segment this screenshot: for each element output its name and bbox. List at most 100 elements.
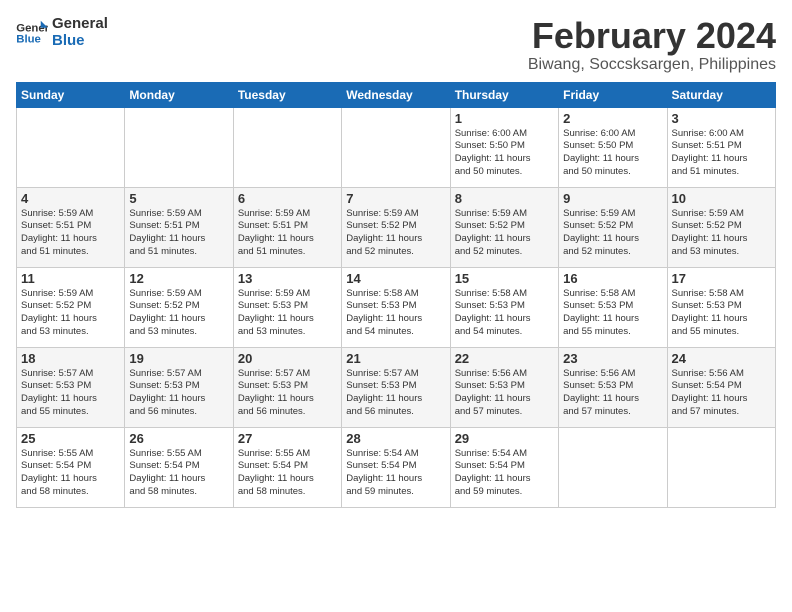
- calendar-cell: 16 Sunrise: 5:58 AMSunset: 5:53 PMDayligh…: [559, 267, 667, 347]
- header-friday: Friday: [559, 82, 667, 107]
- calendar-cell: [342, 107, 450, 187]
- header-sunday: Sunday: [17, 82, 125, 107]
- calendar-table: SundayMondayTuesdayWednesdayThursdayFrid…: [16, 82, 776, 508]
- day-info: Sunrise: 5:59 AMSunset: 5:52 PMDaylight:…: [672, 208, 771, 259]
- day-number: 22: [455, 351, 554, 366]
- svg-text:Blue: Blue: [16, 33, 41, 45]
- calendar-cell: 21Sunrise: 5:57 AMSunset: 5:53 PMDayligh…: [342, 347, 450, 427]
- calendar-cell: 3Sunrise: 6:00 AMSunset: 5:51 PMDaylight…: [667, 107, 775, 187]
- calendar-cell: 17Sunrise: 5:58 AMSunset: 5:53 PMDayligh…: [667, 267, 775, 347]
- calendar-cell: 9Sunrise: 5:59 AMSunset: 5:52 PMDaylight…: [559, 187, 667, 267]
- day-number: 17: [672, 271, 771, 286]
- calendar-cell: 25Sunrise: 5:55 AMSunset: 5:54 PMDayligh…: [17, 427, 125, 507]
- title-block: February 2024 Biwang, Soccsksargen, Phil…: [528, 16, 776, 74]
- calendar-cell: 27Sunrise: 5:55 AMSunset: 5:54 PMDayligh…: [233, 427, 341, 507]
- day-info: Sunrise: 5:54 AMSunset: 5:54 PMDaylight:…: [346, 448, 445, 499]
- location-title: Biwang, Soccsksargen, Philippines: [528, 56, 776, 74]
- calendar-cell: [17, 107, 125, 187]
- calendar-cell: 19 Sunrise: 5:57 AMSunset: 5:53 PMDayligh…: [125, 347, 233, 427]
- day-info: Sunrise: 5:57 AMSunset: 5:53 PMDaylight:…: [21, 368, 120, 419]
- logo-icon: General Blue: [16, 19, 48, 47]
- calendar-header: SundayMondayTuesdayWednesdayThursdayFrid…: [17, 82, 776, 107]
- day-number: 20: [238, 351, 337, 366]
- calendar-cell: 28 Sunrise: 5:54 AMSunset: 5:54 PMDayligh…: [342, 427, 450, 507]
- calendar-cell: 15 Sunrise: 5:58 AMSunset: 5:53 PMDayligh…: [450, 267, 558, 347]
- day-number: 1: [455, 111, 554, 126]
- calendar-cell: 10 Sunrise: 5:59 AMSunset: 5:52 PMDayligh…: [667, 187, 775, 267]
- day-info: Sunrise: 5:55 AMSunset: 5:54 PMDaylight:…: [129, 448, 228, 499]
- day-info: Sunrise: 5:59 AMSunset: 5:52 PMDaylight:…: [129, 288, 228, 339]
- day-info: Sunrise: 6:00 AMSunset: 5:50 PMDaylight:…: [563, 128, 662, 179]
- day-number: 24: [672, 351, 771, 366]
- calendar-cell: 4 Sunrise: 5:59 AMSunset: 5:51 PMDaylight…: [17, 187, 125, 267]
- day-info: Sunrise: 5:55 AMSunset: 5:54 PMDaylight:…: [21, 448, 120, 499]
- calendar-cell: 26 Sunrise: 5:55 AMSunset: 5:54 PMDayligh…: [125, 427, 233, 507]
- calendar-cell: 11 Sunrise: 5:59 AMSunset: 5:52 PMDayligh…: [17, 267, 125, 347]
- day-info: Sunrise: 6:00 AMSunset: 5:50 PMDaylight:…: [455, 128, 554, 179]
- day-number: 28: [346, 431, 445, 446]
- calendar-cell: [667, 427, 775, 507]
- day-info: Sunrise: 5:58 AMSunset: 5:53 PMDaylight:…: [346, 288, 445, 339]
- page-header: General Blue General Blue February 2024 …: [16, 16, 776, 74]
- day-number: 16: [563, 271, 662, 286]
- calendar-cell: 5Sunrise: 5:59 AMSunset: 5:51 PMDaylight…: [125, 187, 233, 267]
- day-number: 21: [346, 351, 445, 366]
- day-number: 8: [455, 191, 554, 206]
- day-info: Sunrise: 5:56 AMSunset: 5:53 PMDaylight:…: [455, 368, 554, 419]
- day-info: Sunrise: 5:59 AMSunset: 5:51 PMDaylight:…: [238, 208, 337, 259]
- day-info: Sunrise: 5:59 AMSunset: 5:51 PMDaylight:…: [129, 208, 228, 259]
- day-info: Sunrise: 5:59 AMSunset: 5:52 PMDaylight:…: [455, 208, 554, 259]
- day-info: Sunrise: 6:00 AMSunset: 5:51 PMDaylight:…: [672, 128, 771, 179]
- calendar-cell: 6 Sunrise: 5:59 AMSunset: 5:51 PMDaylight…: [233, 187, 341, 267]
- day-info: Sunrise: 5:59 AMSunset: 5:52 PMDaylight:…: [563, 208, 662, 259]
- calendar-cell: 1 Sunrise: 6:00 AMSunset: 5:50 PMDaylight…: [450, 107, 558, 187]
- logo-general: General: [52, 16, 108, 33]
- calendar-cell: 2Sunrise: 6:00 AMSunset: 5:50 PMDaylight…: [559, 107, 667, 187]
- day-info: Sunrise: 5:59 AMSunset: 5:52 PMDaylight:…: [21, 288, 120, 339]
- calendar-cell: 7Sunrise: 5:59 AMSunset: 5:52 PMDaylight…: [342, 187, 450, 267]
- header-tuesday: Tuesday: [233, 82, 341, 107]
- day-info: Sunrise: 5:59 AMSunset: 5:53 PMDaylight:…: [238, 288, 337, 339]
- day-info: Sunrise: 5:59 AMSunset: 5:52 PMDaylight:…: [346, 208, 445, 259]
- calendar-cell: 14Sunrise: 5:58 AMSunset: 5:53 PMDayligh…: [342, 267, 450, 347]
- calendar-cell: 22 Sunrise: 5:56 AMSunset: 5:53 PMDayligh…: [450, 347, 558, 427]
- day-number: 19: [129, 351, 228, 366]
- day-info: Sunrise: 5:58 AMSunset: 5:53 PMDaylight:…: [563, 288, 662, 339]
- calendar-cell: [125, 107, 233, 187]
- calendar-week-0: 1 Sunrise: 6:00 AMSunset: 5:50 PMDaylight…: [17, 107, 776, 187]
- calendar-cell: [559, 427, 667, 507]
- calendar-week-1: 4 Sunrise: 5:59 AMSunset: 5:51 PMDaylight…: [17, 187, 776, 267]
- month-title: February 2024: [528, 16, 776, 56]
- day-info: Sunrise: 5:54 AMSunset: 5:54 PMDaylight:…: [455, 448, 554, 499]
- calendar-week-3: 18Sunrise: 5:57 AMSunset: 5:53 PMDayligh…: [17, 347, 776, 427]
- day-number: 29: [455, 431, 554, 446]
- calendar-cell: 8 Sunrise: 5:59 AMSunset: 5:52 PMDaylight…: [450, 187, 558, 267]
- header-monday: Monday: [125, 82, 233, 107]
- calendar-cell: 24 Sunrise: 5:56 AMSunset: 5:54 PMDayligh…: [667, 347, 775, 427]
- day-number: 10: [672, 191, 771, 206]
- day-number: 26: [129, 431, 228, 446]
- day-number: 13: [238, 271, 337, 286]
- calendar-cell: 20 Sunrise: 5:57 AMSunset: 5:53 PMDayligh…: [233, 347, 341, 427]
- day-info: Sunrise: 5:56 AMSunset: 5:53 PMDaylight:…: [563, 368, 662, 419]
- day-info: Sunrise: 5:59 AMSunset: 5:51 PMDaylight:…: [21, 208, 120, 259]
- calendar-cell: 23 Sunrise: 5:56 AMSunset: 5:53 PMDayligh…: [559, 347, 667, 427]
- day-info: Sunrise: 5:58 AMSunset: 5:53 PMDaylight:…: [455, 288, 554, 339]
- day-number: 11: [21, 271, 120, 286]
- day-info: Sunrise: 5:57 AMSunset: 5:53 PMDaylight:…: [129, 368, 228, 419]
- day-info: Sunrise: 5:57 AMSunset: 5:53 PMDaylight:…: [238, 368, 337, 419]
- calendar-cell: [233, 107, 341, 187]
- header-saturday: Saturday: [667, 82, 775, 107]
- header-thursday: Thursday: [450, 82, 558, 107]
- day-number: 12: [129, 271, 228, 286]
- day-info: Sunrise: 5:56 AMSunset: 5:54 PMDaylight:…: [672, 368, 771, 419]
- logo-blue: Blue: [52, 33, 108, 50]
- day-number: 4: [21, 191, 120, 206]
- day-number: 27: [238, 431, 337, 446]
- day-number: 15: [455, 271, 554, 286]
- calendar-cell: 12 Sunrise: 5:59 AMSunset: 5:52 PMDayligh…: [125, 267, 233, 347]
- calendar-week-2: 11 Sunrise: 5:59 AMSunset: 5:52 PMDayligh…: [17, 267, 776, 347]
- day-number: 23: [563, 351, 662, 366]
- day-number: 6: [238, 191, 337, 206]
- calendar-cell: 13 Sunrise: 5:59 AMSunset: 5:53 PMDayligh…: [233, 267, 341, 347]
